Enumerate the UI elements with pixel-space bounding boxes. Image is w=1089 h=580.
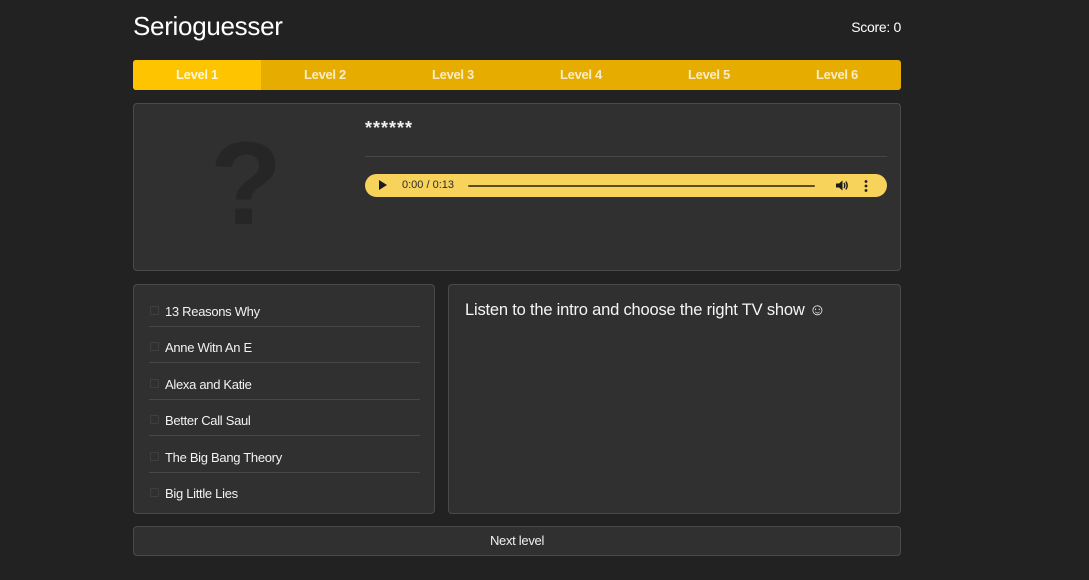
- player-panel: ? ****** 0:00 / 0:13: [133, 103, 901, 271]
- level-tabs: Level 1 Level 2 Level 3 Level 4 Level 5 …: [133, 60, 901, 90]
- instruction-text: Listen to the intro and choose the right…: [465, 301, 826, 319]
- checkbox-icon[interactable]: [150, 379, 159, 388]
- tab-level-6[interactable]: Level 6: [773, 60, 901, 90]
- choice-item[interactable]: The Big Bang Theory: [149, 436, 420, 473]
- score-label: Score: 0: [851, 19, 901, 35]
- audio-time: 0:00 / 0:13: [402, 179, 454, 191]
- checkbox-icon[interactable]: [150, 342, 159, 351]
- tab-level-2[interactable]: Level 2: [261, 60, 389, 90]
- divider: [365, 156, 887, 157]
- choice-label: Alexa and Katie: [165, 377, 252, 392]
- choice-label: 13 Reasons Why: [165, 304, 260, 319]
- checkbox-icon[interactable]: [150, 488, 159, 497]
- header: Serioguesser Score: 0: [133, 9, 901, 45]
- checkbox-icon[interactable]: [150, 452, 159, 461]
- choice-label: Big Little Lies: [165, 486, 238, 501]
- play-icon[interactable]: [379, 180, 387, 190]
- tab-level-1[interactable]: Level 1: [133, 60, 261, 90]
- audio-player: 0:00 / 0:13: [365, 174, 887, 197]
- audio-progress-track[interactable]: [468, 185, 815, 187]
- volume-icon[interactable]: [835, 179, 849, 192]
- choice-label: Anne Witn An E: [165, 340, 252, 355]
- info-panel: Listen to the intro and choose the right…: [448, 284, 901, 514]
- checkbox-icon[interactable]: [150, 306, 159, 315]
- choice-item[interactable]: 13 Reasons Why: [149, 290, 420, 327]
- choice-item[interactable]: Better Call Saul: [149, 399, 420, 436]
- choice-label: The Big Bang Theory: [165, 450, 282, 465]
- more-options-icon[interactable]: [863, 179, 869, 193]
- choices-panel: 13 Reasons Why Anne Witn An E Alexa and …: [133, 284, 435, 514]
- choice-item[interactable]: Alexa and Katie: [149, 363, 420, 400]
- masked-title: ******: [365, 118, 414, 138]
- next-level-button[interactable]: Next level: [133, 526, 901, 556]
- tab-level-4[interactable]: Level 4: [517, 60, 645, 90]
- choice-item[interactable]: Anne Witn An E: [149, 326, 420, 363]
- choice-item[interactable]: Big Little Lies: [149, 472, 420, 508]
- tab-level-5[interactable]: Level 5: [645, 60, 773, 90]
- checkbox-icon[interactable]: [150, 415, 159, 424]
- question-mark-placeholder: ?: [209, 118, 283, 250]
- tab-level-3[interactable]: Level 3: [389, 60, 517, 90]
- app-title: Serioguesser: [133, 11, 283, 41]
- choice-label: Better Call Saul: [165, 413, 251, 428]
